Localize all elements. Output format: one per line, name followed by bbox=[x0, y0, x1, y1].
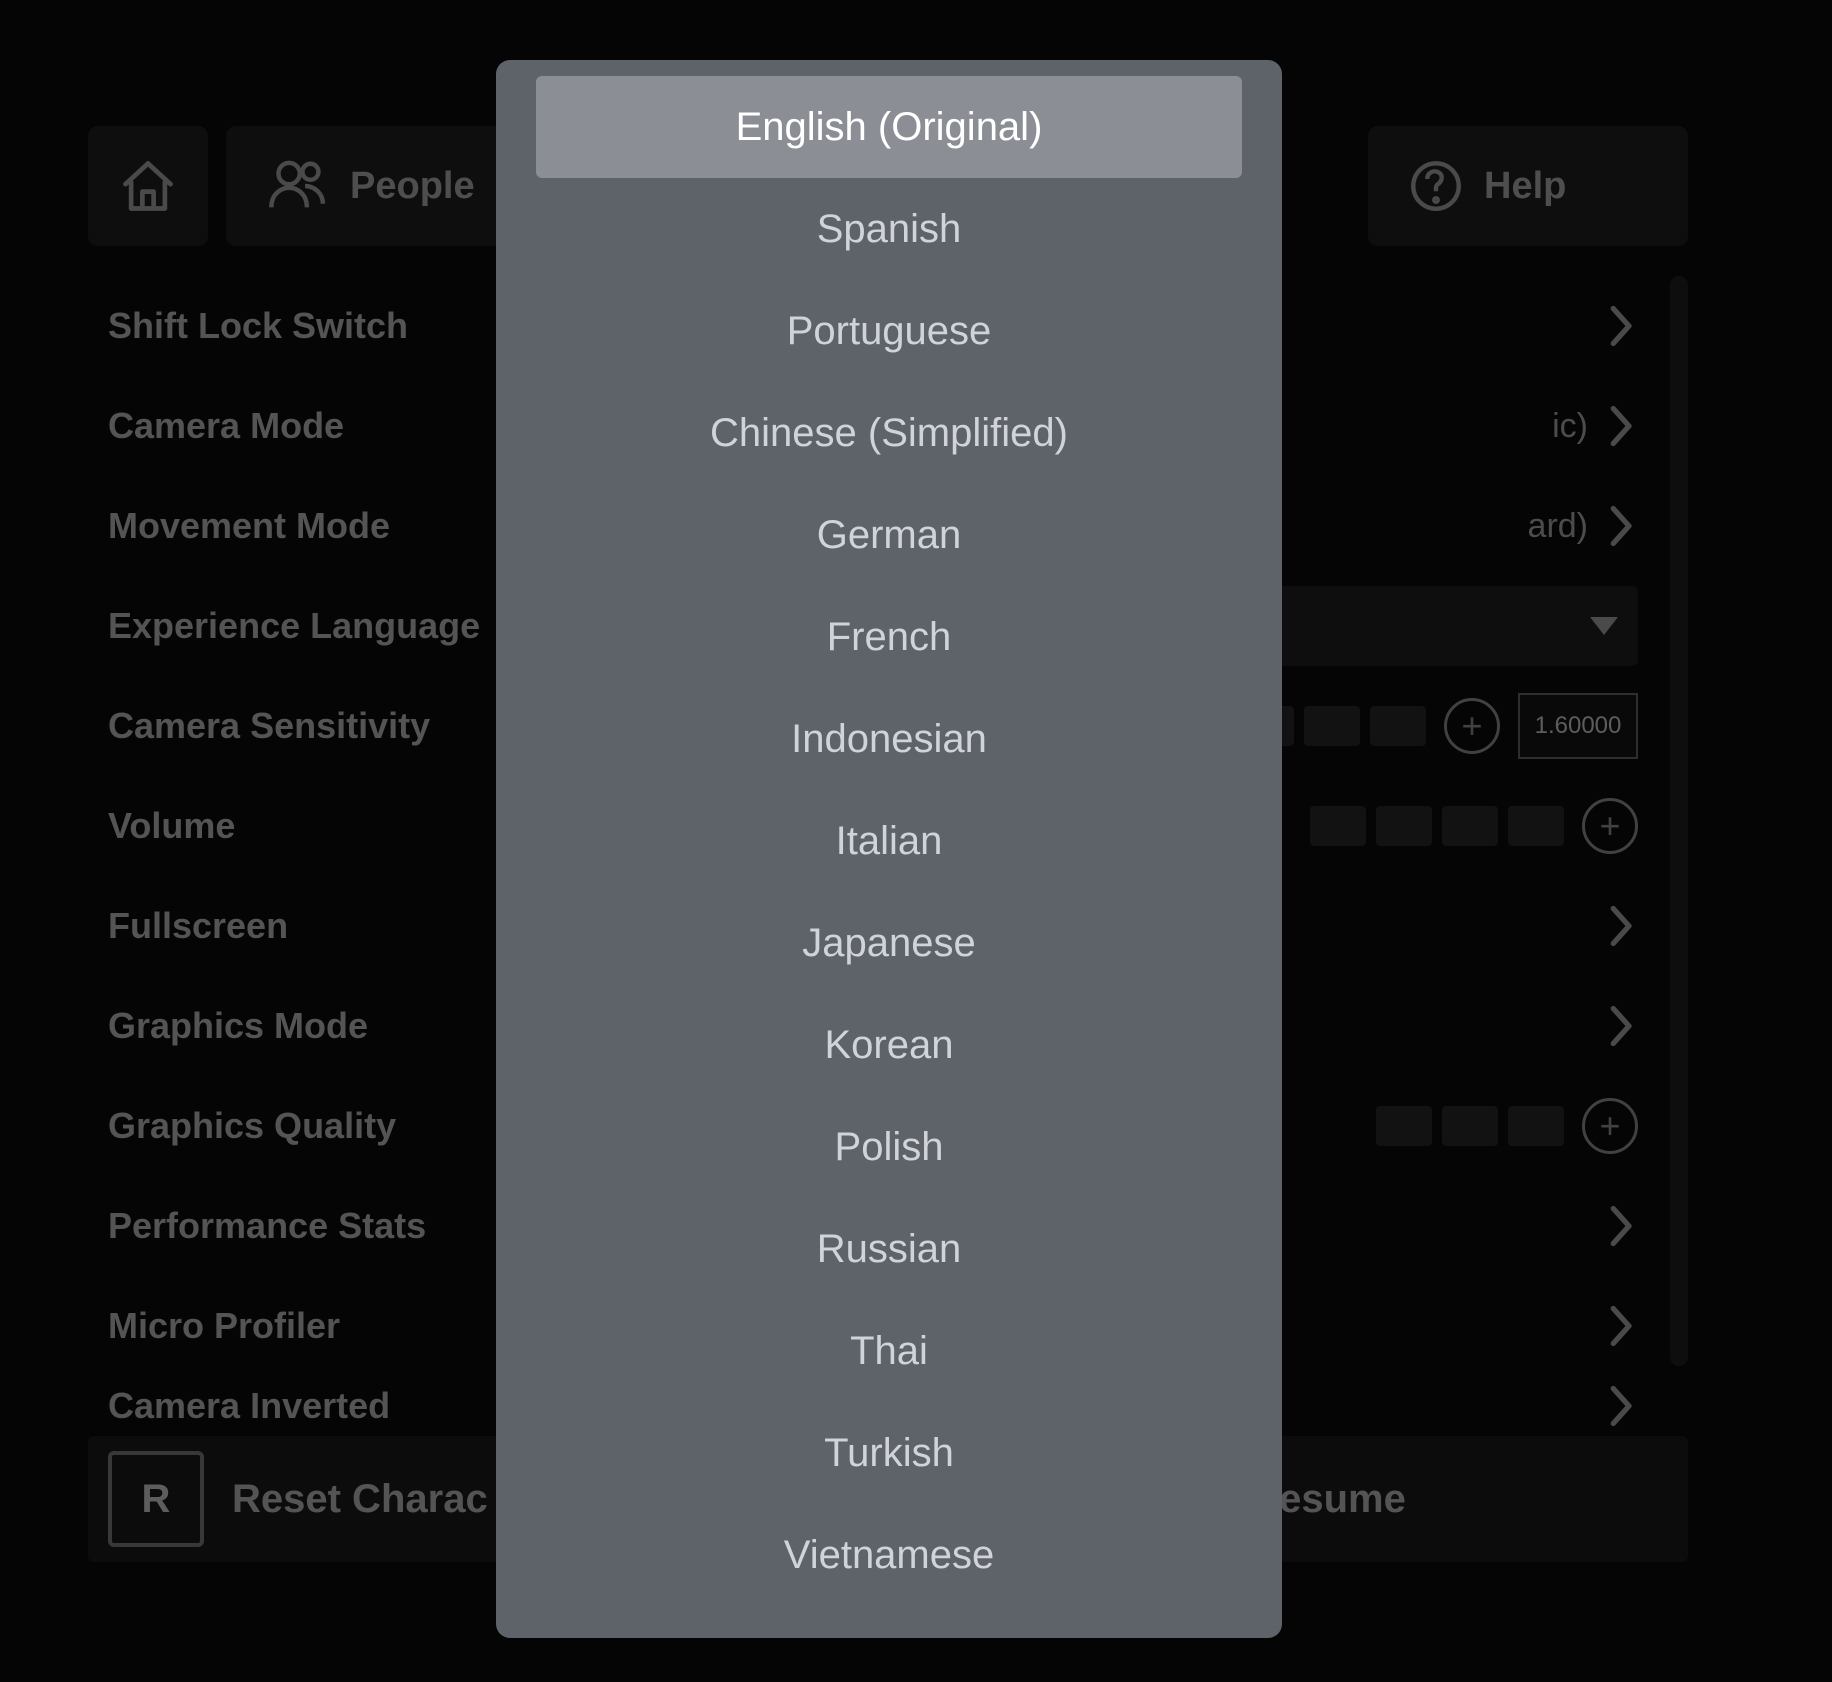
language-option[interactable]: Indonesian bbox=[536, 688, 1242, 790]
language-option[interactable]: Thai bbox=[536, 1300, 1242, 1402]
language-option[interactable]: English (Original) bbox=[536, 76, 1242, 178]
language-option[interactable]: Korean bbox=[536, 994, 1242, 1096]
language-dropdown: English (Original)SpanishPortugueseChine… bbox=[496, 60, 1282, 1638]
language-option[interactable]: Vietnamese bbox=[536, 1504, 1242, 1606]
language-option[interactable]: Russian bbox=[536, 1198, 1242, 1300]
language-option[interactable]: Japanese bbox=[536, 892, 1242, 994]
language-option[interactable]: Turkish bbox=[536, 1402, 1242, 1504]
language-option[interactable]: Chinese (Simplified) bbox=[536, 382, 1242, 484]
language-option[interactable]: Spanish bbox=[536, 178, 1242, 280]
language-option[interactable]: Italian bbox=[536, 790, 1242, 892]
language-option[interactable]: French bbox=[536, 586, 1242, 688]
language-option[interactable]: Polish bbox=[536, 1096, 1242, 1198]
language-option[interactable]: German bbox=[536, 484, 1242, 586]
language-option[interactable]: Portuguese bbox=[536, 280, 1242, 382]
game-settings-screen: People Help Shift Lock Switch bbox=[0, 0, 1832, 1682]
